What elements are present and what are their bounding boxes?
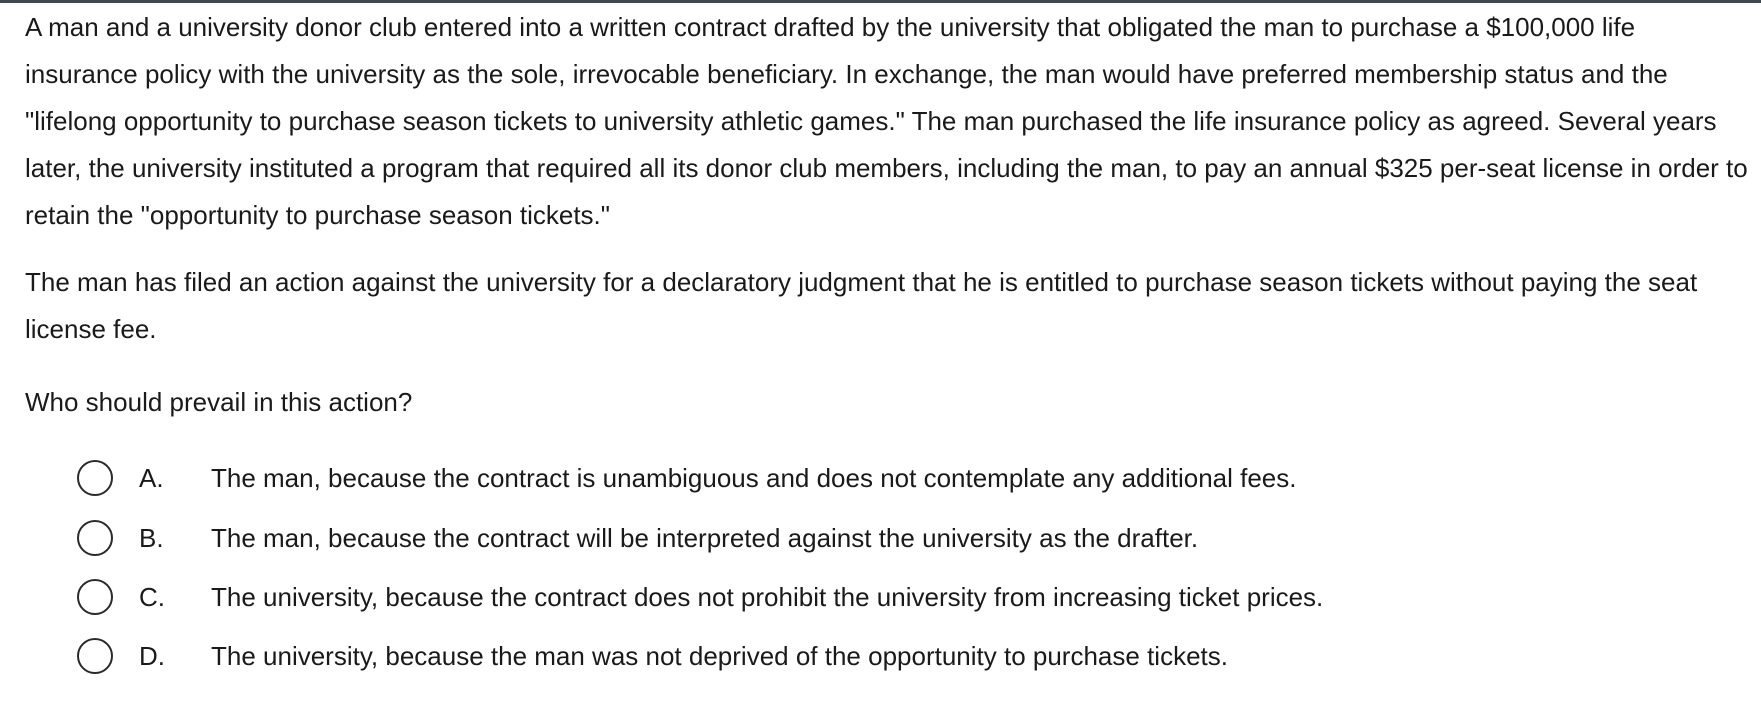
answer-option-a[interactable]: A. The man, because the contract is unam… bbox=[25, 460, 1755, 504]
option-text: The man, because the contract will be in… bbox=[211, 523, 1199, 553]
option-letter: A. bbox=[139, 463, 164, 493]
option-letter: B. bbox=[139, 523, 164, 553]
option-text: The university, because the man was not … bbox=[211, 641, 1228, 671]
question-prompt: Who should prevail in this action? bbox=[25, 387, 413, 417]
option-text: The man, because the contract is unambig… bbox=[211, 463, 1297, 493]
radio-button-b[interactable] bbox=[77, 520, 113, 556]
stem-paragraph-2: The man has filed an action against the … bbox=[25, 267, 1698, 344]
answer-option-b[interactable]: B. The man, because the contract will be… bbox=[25, 520, 1755, 564]
stem-paragraph-1: A man and a university donor club entere… bbox=[25, 12, 1748, 230]
question-panel: A man and a university donor club entere… bbox=[25, 4, 1755, 674]
answer-option-d[interactable]: D. The university, because the man was n… bbox=[25, 638, 1755, 682]
radio-button-c[interactable] bbox=[77, 579, 113, 615]
option-text: The university, because the contract doe… bbox=[211, 582, 1324, 612]
radio-button-d[interactable] bbox=[77, 638, 113, 674]
question-stem: A man and a university donor club entere… bbox=[25, 4, 1755, 426]
radio-button-a[interactable] bbox=[77, 460, 113, 496]
top-border bbox=[0, 0, 1761, 3]
option-letter: C. bbox=[139, 582, 165, 612]
answer-option-c[interactable]: C. The university, because the contract … bbox=[25, 579, 1755, 623]
option-letter: D. bbox=[139, 641, 165, 671]
